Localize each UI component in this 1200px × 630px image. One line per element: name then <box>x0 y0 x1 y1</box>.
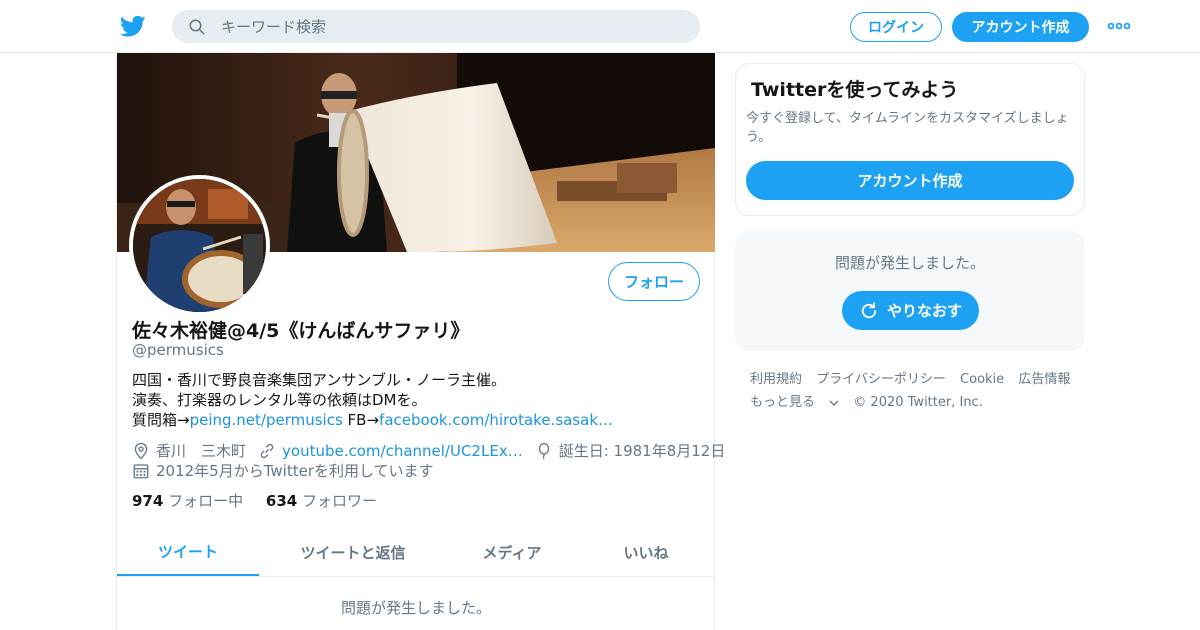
signup-button[interactable]: アカウント作成 <box>952 12 1089 42</box>
bio-question-box-label: 質問箱→ <box>132 411 190 429</box>
search-input[interactable] <box>221 17 661 36</box>
sidebar-error-card: 問題が発生しました。 やりなおす <box>735 231 1085 351</box>
footer-more-label: もっと見る <box>750 395 816 410</box>
bio-line-2: 演奏、打楽器のレンタル等の依頼はDMを。 <box>132 391 427 409</box>
footer-row-2: もっと見る © 2020 Twitter, Inc. <box>750 391 1070 414</box>
search-bar[interactable] <box>172 10 700 43</box>
twitter-bird-logo-icon[interactable] <box>120 13 146 39</box>
signup-prompt-card: Twitterを使ってみよう 今すぐ登録して、タイムラインをカスタマイズしましょ… <box>735 63 1085 216</box>
sidebar-error-message: 問題が発生しました。 <box>834 254 985 272</box>
profile-display-name: 佐々木裕健@4/5《けんばんサファリ》 <box>132 320 470 342</box>
following-count: 974 <box>132 492 164 510</box>
profile-website-link[interactable]: youtube.com/channel/UC2LEx… <box>282 442 523 460</box>
bio-line-3: 質問箱→peing.net/permusics FB→facebook.com/… <box>132 410 692 430</box>
timeline-error-message: 問題が発生しました。 <box>340 599 491 617</box>
signup-card-title: Twitterを使ってみよう <box>751 79 959 101</box>
profile-tabs: ツイート ツイートと返信 メディア いいね <box>117 529 715 577</box>
retry-button[interactable]: やりなおす <box>842 291 979 330</box>
profile-meta-row: 香川 三木町 youtube.com/channel/UC2LEx… 誕生日: … <box>132 440 725 461</box>
profile-birthday: 誕生日: 1981年8月12日 <box>558 442 726 460</box>
login-button[interactable]: ログイン <box>850 12 942 42</box>
footer-terms-link[interactable]: 利用規約 <box>750 372 802 387</box>
chevron-down-icon <box>829 400 839 406</box>
tab-media[interactable]: メディア <box>447 529 577 576</box>
profile-location: 香川 三木町 <box>156 442 247 460</box>
tab-likes[interactable]: いいね <box>577 529 715 576</box>
profile-handle[interactable]: @permusics <box>132 341 224 359</box>
followers-stat[interactable]: 634 フォロワー <box>266 492 377 510</box>
bio-fb-label: FB→ <box>342 411 380 429</box>
profile-joined-date: 2012年5月からTwitterを利用しています <box>156 462 434 480</box>
avatar-photo <box>133 179 266 312</box>
followers-label: フォロワー <box>301 492 377 510</box>
profile-joined-row: 2012年5月からTwitterを利用しています <box>132 460 434 481</box>
retry-label: やりなおす <box>886 302 962 320</box>
profile-column: フォロー 佐々木裕健@4/5《けんばんサファリ》 @permusics 四国・香… <box>116 53 725 630</box>
bio-link-facebook[interactable]: facebook.com/hirotake.sasak… <box>379 411 613 429</box>
search-icon <box>189 19 205 34</box>
bio-line-1: 四国・香川で野良音楽集団アンサンブル・ノーラ主催。 <box>132 371 506 389</box>
footer-copyright: © 2020 Twitter, Inc. <box>853 395 983 410</box>
bio-link-peing[interactable]: peing.net/permusics <box>190 411 343 429</box>
location-pin-icon <box>134 442 148 459</box>
profile-avatar[interactable] <box>129 175 270 316</box>
tab-tweets[interactable]: ツイート <box>117 529 259 576</box>
footer-ads-link[interactable]: 広告情報 <box>1018 372 1070 387</box>
footer-more-link[interactable]: もっと見る <box>750 395 839 410</box>
refresh-icon <box>861 301 877 318</box>
tab-tweets-and-replies[interactable]: ツイートと返信 <box>259 529 447 576</box>
follow-button[interactable]: フォロー <box>608 262 700 301</box>
footer-cookie-link[interactable]: Cookie <box>960 372 1004 387</box>
following-label: フォロー中 <box>168 492 244 510</box>
following-stat[interactable]: 974 フォロー中 <box>132 492 243 510</box>
profile-bio: 四国・香川で野良音楽集団アンサンブル・ノーラ主催。 演奏、打楽器のレンタル等の依… <box>132 370 692 430</box>
calendar-icon <box>133 463 149 478</box>
followers-count: 634 <box>265 492 298 510</box>
footer-row-1: 利用規約 プライバシーポリシー Cookie 広告情報 <box>750 368 1070 391</box>
footer-privacy-link[interactable]: プライバシーポリシー <box>816 372 946 387</box>
profile-follow-counts: 974 フォロー中 634 フォロワー <box>132 490 377 511</box>
balloon-birthday-icon <box>538 442 549 460</box>
more-options-icon[interactable] <box>1107 20 1131 32</box>
signup-card-description: 今すぐ登録して、タイムラインをカスタマイズしましょう。 <box>746 111 1069 145</box>
link-icon <box>260 443 274 458</box>
sidebar-signup-button[interactable]: アカウント作成 <box>746 161 1074 200</box>
top-navigation-bar: ログイン アカウント作成 <box>0 0 1200 53</box>
footer-links: 利用規約 プライバシーポリシー Cookie 広告情報 もっと見る © 2020… <box>750 368 1080 414</box>
